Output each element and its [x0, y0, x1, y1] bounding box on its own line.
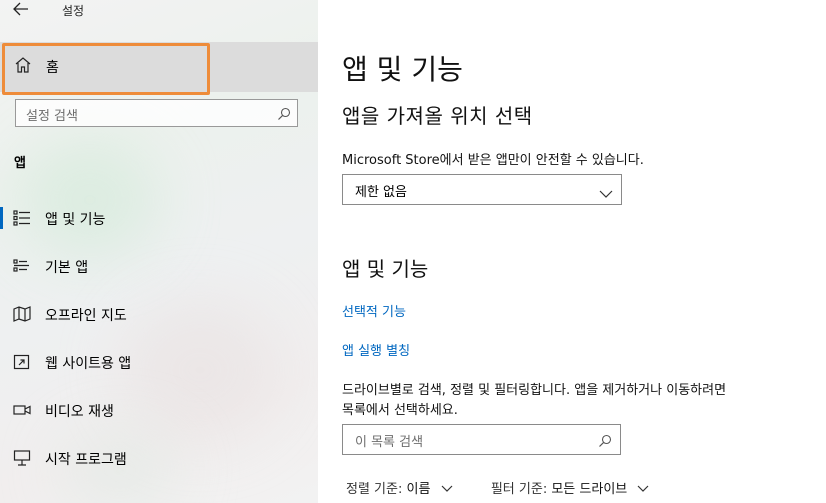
sidebar: 설정 홈 설정 검색 앱 앱 및 기능 기본 앱 오프라인 지도 웹 사이트용 — [0, 0, 318, 503]
startup-icon — [13, 449, 31, 467]
sort-label: 정렬 기준: — [346, 482, 403, 497]
apps-for-websites-icon — [13, 353, 31, 371]
sidebar-section-title: 앱 — [14, 156, 26, 171]
sidebar-item-label: 웹 사이트용 앱 — [45, 356, 132, 372]
home-icon — [14, 56, 32, 74]
sidebar-item-label: 비디오 재생 — [45, 404, 114, 420]
sidebar-item-label: 시작 프로그램 — [45, 452, 127, 468]
sidebar-item-offline-maps[interactable]: 오프라인 지도 — [0, 294, 318, 334]
settings-search-input[interactable]: 설정 검색 — [15, 99, 298, 127]
sidebar-item-video-playback[interactable]: 비디오 재생 — [0, 390, 318, 430]
search-icon — [598, 433, 612, 447]
window-title: 설정 — [62, 4, 85, 18]
search-placeholder: 설정 검색 — [26, 109, 78, 124]
chevron-down-icon — [441, 482, 453, 492]
sidebar-item-label: 기본 앱 — [45, 260, 89, 276]
search-icon — [277, 106, 291, 120]
apps-section-heading: 앱 및 기능 — [342, 257, 429, 281]
main-content: 앱 및 기능 앱을 가져올 위치 선택 Microsoft Store에서 받은… — [318, 0, 826, 503]
filter-dropdown[interactable]: 필터 기준: 모든 드라이브 — [491, 482, 650, 497]
sidebar-item-home-label: 홈 — [46, 60, 59, 76]
app-execution-aliases-link[interactable]: 앱 실행 별칭 — [342, 340, 410, 359]
install-description: Microsoft Store에서 받은 앱만이 안전할 수 있습니다. — [342, 153, 644, 168]
install-section-heading: 앱을 가져올 위치 선택 — [342, 104, 533, 128]
sidebar-item-startup[interactable]: 시작 프로그램 — [0, 438, 318, 478]
app-source-dropdown[interactable]: 제한 없음 — [342, 174, 622, 205]
home-focus-highlight — [2, 43, 210, 95]
offline-maps-icon — [13, 305, 31, 323]
chevron-down-icon — [637, 482, 649, 492]
optional-features-link[interactable]: 선택적 기능 — [342, 301, 406, 320]
filter-label: 필터 기준: — [490, 482, 548, 497]
sidebar-item-apps-for-websites[interactable]: 웹 사이트용 앱 — [0, 342, 318, 382]
sort-value: 이름 — [406, 482, 431, 497]
back-arrow-icon[interactable] — [13, 2, 33, 20]
dropdown-value: 제한 없음 — [355, 185, 407, 200]
list-filters: 정렬 기준: 이름 필터 기준: 모든 드라이브 — [346, 478, 649, 497]
default-apps-icon — [13, 257, 31, 275]
sidebar-item-label: 오프라인 지도 — [45, 308, 127, 324]
apps-description-line1: 드라이브별로 검색, 정렬 및 필터링합니다. 앱을 제거하거나 이동하려면 — [342, 383, 727, 398]
page-title: 앱 및 기능 — [342, 53, 463, 86]
video-playback-icon — [13, 401, 31, 419]
sidebar-item-default-apps[interactable]: 기본 앱 — [0, 246, 318, 286]
search-placeholder: 이 목록 검색 — [355, 435, 424, 450]
apps-features-icon — [13, 209, 31, 227]
sort-dropdown[interactable]: 정렬 기준: 이름 — [346, 482, 457, 497]
filter-value: 모든 드라이브 — [551, 482, 628, 497]
app-list-search-input[interactable]: 이 목록 검색 — [342, 424, 621, 455]
apps-description-line2: 목록에서 선택하세요. — [342, 403, 458, 418]
chevron-down-icon — [599, 184, 613, 198]
sidebar-item-apps-features[interactable]: 앱 및 기능 — [0, 198, 318, 238]
sidebar-item-label: 앱 및 기능 — [45, 212, 106, 228]
